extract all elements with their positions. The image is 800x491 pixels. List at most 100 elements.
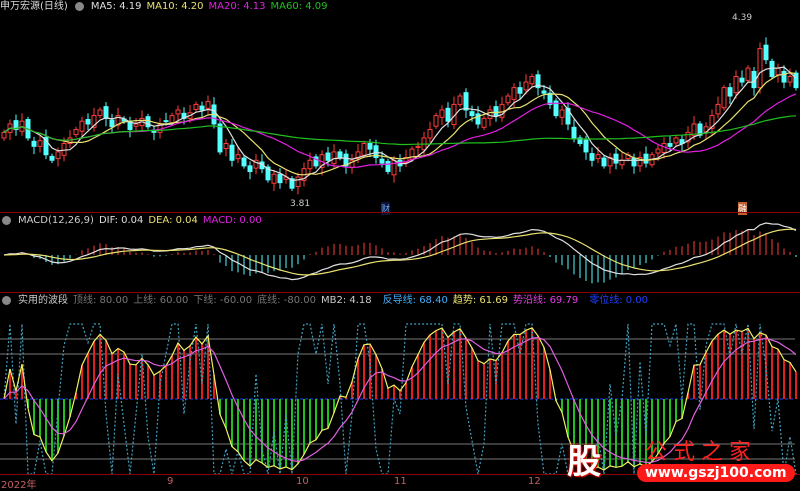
candle-body <box>469 111 475 117</box>
candle-body <box>673 137 679 144</box>
candle-body <box>79 120 85 132</box>
settings-icon[interactable] <box>2 296 11 305</box>
candle-body <box>97 109 103 117</box>
candle-body <box>619 159 625 166</box>
dea-line <box>3 228 797 276</box>
candle-body <box>781 70 787 83</box>
zero-line-label: 零位线: 0.00 <box>589 295 649 306</box>
stock-title: 申万宏源(日线) <box>0 1 68 12</box>
candle-body <box>379 158 385 164</box>
candle-body <box>361 143 367 156</box>
candle-body <box>133 123 139 127</box>
candle-body <box>391 159 397 176</box>
candle-body <box>1 131 7 139</box>
ma10-line <box>3 71 797 176</box>
macd-legend: MACD(12,26,9) DIF: 0.04 DEA: 0.04 MACD: … <box>0 214 262 227</box>
event-mark-margin[interactable]: 融 <box>738 202 748 215</box>
watermark-logo: 股 公式之家 www.gszj100.com <box>555 432 800 489</box>
candle-body <box>529 75 535 85</box>
bottom-line-label: 底线: -80.00 <box>257 295 316 306</box>
candle-body <box>163 120 169 123</box>
candle-body <box>199 105 205 111</box>
candle-body <box>505 95 511 104</box>
panel-divider <box>0 212 800 213</box>
event-mark-finance[interactable]: 财 <box>381 202 391 215</box>
candle-body <box>175 109 181 115</box>
candle-body <box>229 144 235 161</box>
settings-icon[interactable] <box>2 216 11 225</box>
ma60-label: MA60: 4.09 <box>270 1 328 12</box>
candle-body <box>427 129 433 139</box>
candle-body <box>193 103 199 110</box>
candle-body <box>247 165 253 172</box>
candle-body <box>721 87 727 109</box>
high-price-label: 4.39 <box>732 13 753 23</box>
candle-body <box>145 116 151 128</box>
settings-icon[interactable] <box>74 2 84 11</box>
ma5-line <box>3 66 797 182</box>
macd-title: MACD(12,26,9) <box>18 215 94 226</box>
candle-body <box>337 151 343 158</box>
candle-body <box>589 153 595 161</box>
ma20-label: MA20: 4.13 <box>208 1 266 12</box>
candle-body <box>439 109 445 118</box>
candle-body <box>325 152 331 161</box>
candle-body <box>85 119 91 125</box>
top-line-label: 顶线: 80.00 <box>73 295 129 306</box>
candle-body <box>775 67 781 76</box>
dif-label: DIF: 0.04 <box>98 215 144 226</box>
stock-chart[interactable] <box>0 0 800 489</box>
candle-body <box>223 143 229 150</box>
candle-body <box>271 173 277 184</box>
trend-line-label: 势沿线: 69.79 <box>513 295 579 306</box>
candle-body <box>493 106 499 117</box>
candle-body <box>205 101 211 109</box>
candle-body <box>31 140 37 147</box>
candle-body <box>745 67 751 81</box>
candle-body <box>733 75 739 94</box>
candle-body <box>613 153 619 164</box>
candle-body <box>73 129 79 136</box>
candle-body <box>595 154 601 160</box>
candle-body <box>727 87 733 97</box>
candle-body <box>295 176 301 188</box>
candle-body <box>523 81 529 91</box>
candle-body <box>481 117 487 128</box>
fandao-label: 反导线: 68.40 <box>382 295 448 306</box>
x-axis-label: 12 <box>528 476 541 487</box>
osc-title: 实用的波段 <box>18 295 68 306</box>
candle-body <box>109 119 115 128</box>
candle-body <box>787 75 793 83</box>
candle-body <box>331 151 337 165</box>
candle-body <box>385 160 391 172</box>
macd-label: MACD: 0.00 <box>202 215 262 226</box>
panel-divider <box>0 292 800 293</box>
candle-body <box>541 90 547 94</box>
candle-body <box>739 77 745 83</box>
logo-url: www.gszj100.com <box>637 464 795 482</box>
candle-body <box>61 143 67 156</box>
candle-body <box>463 92 469 111</box>
candle-body <box>235 154 241 160</box>
candle-body <box>517 87 523 94</box>
logo-char: 股 <box>567 442 601 482</box>
x-axis-label: 9 <box>167 476 174 487</box>
candle-body <box>307 159 313 170</box>
x-axis-label: 10 <box>296 476 309 487</box>
candle-body <box>37 140 43 147</box>
candle-body <box>445 107 451 122</box>
candle-body <box>433 115 439 127</box>
main-legend: 申万宏源(日线) MA5: 4.19 MA10: 4.20 MA20: 4.13… <box>0 0 328 13</box>
trend-label: 趋势: 61.69 <box>452 295 509 306</box>
candle-body <box>367 143 373 150</box>
low-price-label: 3.81 <box>290 199 311 209</box>
candle-body <box>103 106 109 119</box>
candle-body <box>559 109 565 118</box>
candle-body <box>601 157 607 167</box>
candle-body <box>793 72 799 89</box>
candle-body <box>415 145 421 148</box>
candle-body <box>511 87 517 100</box>
candle-body <box>487 109 493 119</box>
mb2-label: MB2: 4.18 <box>320 295 372 306</box>
candle-body <box>583 139 589 153</box>
